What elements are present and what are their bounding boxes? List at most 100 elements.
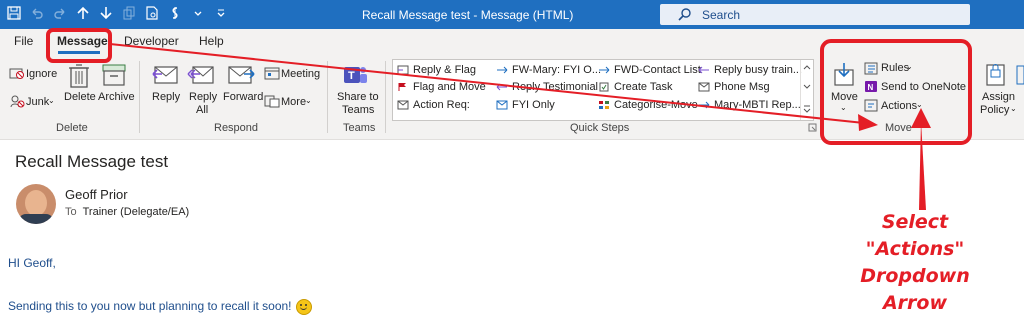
more-respond-icon <box>264 94 280 108</box>
redo-icon[interactable] <box>52 5 68 21</box>
respond-group-label: Respond <box>214 122 259 134</box>
quick-step-item[interactable]: Reply & Flag <box>397 64 476 76</box>
active-tab-indicator <box>58 51 100 54</box>
copy-icon[interactable] <box>121 5 137 21</box>
search-icon <box>678 8 691 21</box>
junk-icon <box>9 94 25 108</box>
quick-steps-launcher-icon[interactable] <box>808 123 817 132</box>
quick-step-item[interactable]: Reply busy train... <box>698 64 802 76</box>
sensitivity-icon[interactable] <box>167 5 183 21</box>
annotation-callout: Select "Actions" Dropdown Arrow <box>830 209 1000 317</box>
annotation-line-1: Select "Actions" <box>865 211 965 260</box>
ribbon-tabs: File Message Developer Help <box>0 29 1024 55</box>
quick-step-item[interactable]: Categorise-Move <box>598 99 698 111</box>
forward-button[interactable]: Forward <box>223 91 263 103</box>
actions-icon <box>864 99 878 112</box>
reply-icon <box>151 64 179 86</box>
reply-arrow-icon <box>698 66 709 74</box>
ignore-button[interactable]: Ignore <box>26 68 57 80</box>
more-chevron-icon[interactable]: ⌄ <box>305 96 312 105</box>
reply-flag-icon <box>397 65 409 75</box>
down-arrow-icon[interactable] <box>98 5 114 21</box>
delete-icon <box>68 62 90 88</box>
mail-icon <box>496 100 508 110</box>
quick-steps-scrollbar[interactable] <box>800 60 813 120</box>
save-icon[interactable] <box>6 5 22 21</box>
reply-arrow-icon <box>496 83 507 91</box>
mail-icon <box>397 100 409 110</box>
search-box[interactable]: Search <box>660 4 970 25</box>
reply-all-icon <box>187 64 215 86</box>
up-arrow-icon[interactable] <box>75 5 91 21</box>
scroll-up-icon[interactable] <box>803 64 811 70</box>
ribbon: Ignore Junk ⌄ Delete Archive Delete Repl… <box>0 55 1024 140</box>
move-button[interactable]: Move <box>831 91 858 103</box>
rules-button[interactable]: Rules <box>881 62 909 74</box>
reply-all-button-line2[interactable]: All <box>196 104 208 116</box>
message-subject: Recall Message test <box>15 152 169 171</box>
tab-message[interactable]: Message <box>57 34 108 48</box>
teams-icon: T <box>342 62 368 88</box>
more-respond-button[interactable]: More <box>281 96 306 108</box>
tab-developer[interactable]: Developer <box>124 34 179 48</box>
send-to-onenote-button[interactable]: Send to OneNote <box>881 81 966 93</box>
junk-button[interactable]: Junk <box>26 96 49 108</box>
archive-button[interactable]: Archive <box>98 91 135 103</box>
share-to-teams-line1[interactable]: Share to <box>337 91 379 103</box>
scroll-down-icon[interactable] <box>803 84 811 90</box>
delete-button[interactable]: Delete <box>64 91 96 103</box>
quick-step-item[interactable]: Flag and Move <box>397 81 486 93</box>
forward-arrow-icon <box>699 101 710 109</box>
more-options-icon[interactable] <box>803 105 811 113</box>
move-group-label: Move <box>885 122 912 134</box>
group-divider <box>969 61 970 133</box>
share-to-teams-line2[interactable]: Teams <box>342 104 374 116</box>
move-chevron-icon[interactable]: ⌄ <box>840 103 847 112</box>
meeting-icon <box>264 66 280 80</box>
assign-policy-line2[interactable]: Policy <box>980 104 1009 116</box>
avatar-face <box>25 190 47 216</box>
quick-step-item[interactable]: FWD-Contact List <box>598 64 701 76</box>
task-icon <box>599 82 609 92</box>
window-title: Recall Message test - Message (HTML) <box>362 8 574 22</box>
svg-text:N: N <box>868 83 874 92</box>
print-preview-icon[interactable] <box>144 5 160 21</box>
quick-step-item[interactable]: Create Task <box>598 81 673 93</box>
quick-step-item[interactable]: FW-Mary: FYI O... <box>496 64 601 76</box>
reply-button[interactable]: Reply <box>152 91 180 103</box>
junk-chevron-icon[interactable]: ⌄ <box>48 96 55 105</box>
customize-qat-icon[interactable] <box>213 5 229 21</box>
tab-file[interactable]: File <box>14 34 33 48</box>
undo-icon[interactable] <box>29 5 45 21</box>
ignore-icon <box>9 66 25 80</box>
assign-policy-chevron-icon[interactable]: ⌄ <box>1010 104 1017 113</box>
sender-name[interactable]: Geoff Prior <box>65 187 128 202</box>
avatar-shirt <box>18 214 54 224</box>
group-divider <box>385 61 386 133</box>
rules-chevron-icon[interactable]: ⌄ <box>906 62 913 71</box>
quick-steps-group-label: Quick Steps <box>570 122 630 134</box>
annotation-line-2: Dropdown Arrow <box>860 265 970 314</box>
recipient-name[interactable]: Trainer (Delegate/EA) <box>83 206 190 218</box>
meeting-button[interactable]: Meeting <box>281 68 320 80</box>
quick-step-item[interactable]: FYI Only <box>496 99 555 111</box>
teams-group-label: Teams <box>343 122 376 134</box>
quick-step-item[interactable]: Reply Testimonial <box>496 81 598 93</box>
actions-dropdown-arrow-icon[interactable]: ⌄ <box>916 100 923 109</box>
quick-step-item[interactable]: Action Req: <box>397 99 470 111</box>
tab-help[interactable]: Help <box>199 34 224 48</box>
quick-step-item[interactable]: Mary-MBTI Rep... <box>698 99 801 111</box>
actions-button[interactable]: Actions <box>881 100 917 112</box>
forward-arrow-icon <box>599 66 610 74</box>
mail-icon <box>698 82 710 92</box>
message-body-text: Sending this to you now but planning to … <box>8 299 292 314</box>
more-dropdown-icon[interactable] <box>190 5 206 21</box>
assign-policy-line1[interactable]: Assign <box>982 91 1015 103</box>
ribbon-overflow-icon[interactable] <box>1016 65 1024 85</box>
rules-icon <box>864 62 878 75</box>
quick-step-item[interactable]: Phone Msg <box>698 81 770 93</box>
avatar[interactable] <box>16 184 56 224</box>
reply-all-button-line1[interactable]: Reply <box>189 91 217 103</box>
flag-icon <box>398 83 406 91</box>
forward-arrow-icon <box>497 66 508 74</box>
